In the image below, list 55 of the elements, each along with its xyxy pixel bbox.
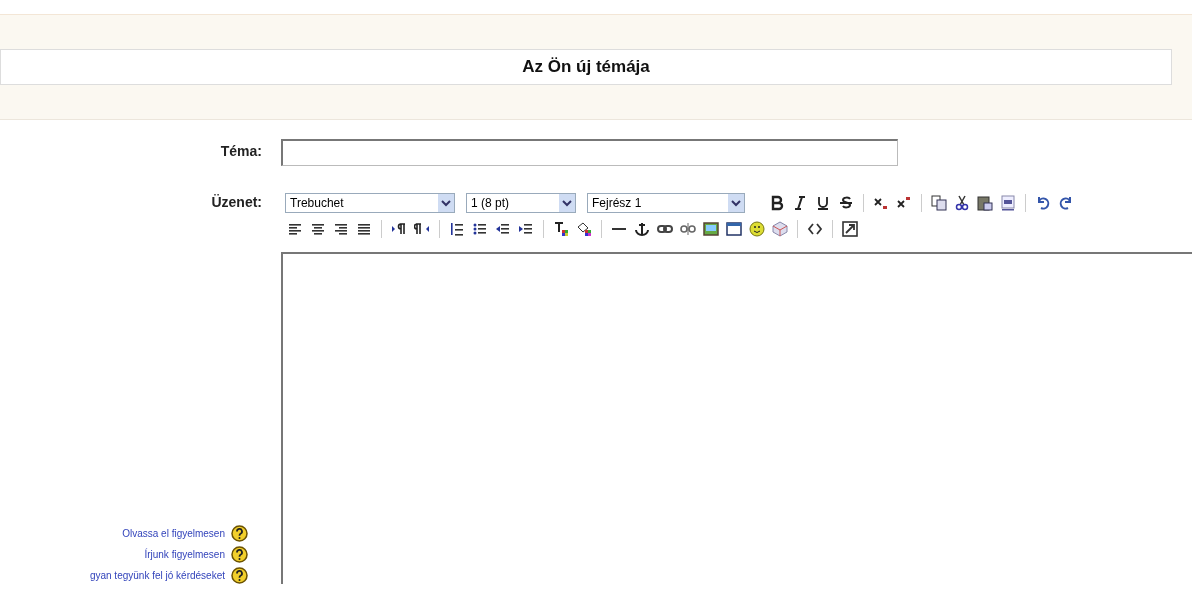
smiley-button[interactable] [747, 219, 767, 239]
font-dropdown[interactable]: Trebuchet [285, 193, 455, 213]
copy-icon [931, 195, 947, 211]
underline-icon [815, 195, 831, 211]
align-right-icon [333, 221, 349, 237]
help-icon[interactable] [231, 567, 248, 584]
fullscreen-icon [842, 221, 858, 237]
redo-icon [1058, 195, 1074, 211]
document-button[interactable] [998, 193, 1018, 213]
caret-icon [562, 199, 572, 207]
smiley-icon [749, 221, 765, 237]
undo-icon [1035, 195, 1051, 211]
cube-icon [772, 221, 788, 237]
anchor-icon [634, 221, 650, 237]
field-label: Üzenet: [210, 193, 262, 210]
numbered-list-icon [449, 221, 465, 237]
unlink-icon [680, 221, 696, 237]
clipboard-button[interactable] [975, 193, 995, 213]
text-color-icon [553, 221, 569, 237]
align-center-icon [310, 221, 326, 237]
paragraph-rtl-icon [414, 221, 430, 237]
justify-icon [356, 221, 372, 237]
help-link[interactable]: Írjunk figyelmesen [144, 549, 225, 560]
subject-input[interactable] [281, 139, 898, 166]
help-link[interactable]: Olvassa el figyelmesen [122, 528, 225, 539]
paint-bucket-icon [576, 221, 592, 237]
table-icon [726, 221, 742, 237]
size-dropdown[interactable]: 1 (8 pt) [466, 193, 576, 213]
format-dropdown[interactable]: Fejrész 1 [587, 193, 745, 213]
image-button[interactable] [701, 219, 721, 239]
outdent-icon [495, 221, 511, 237]
caret-icon [441, 199, 451, 207]
document-icon [1000, 195, 1016, 211]
strikethrough-icon [838, 195, 854, 211]
page-title: Az Ön új témája [0, 49, 1172, 85]
fullscreen-button[interactable] [840, 219, 860, 239]
help-icon[interactable] [231, 525, 248, 542]
caret-icon [731, 199, 741, 207]
indent-icon [518, 221, 534, 237]
clipboard-icon [977, 195, 993, 211]
bold-icon [769, 195, 785, 211]
table-button[interactable] [724, 219, 744, 239]
italic-icon [792, 195, 808, 211]
bullet-list-icon [472, 221, 488, 237]
horizontal-rule-icon [611, 227, 627, 231]
align-left-icon [287, 221, 303, 237]
field-label: Téma: [219, 142, 262, 159]
paragraph-ltr-icon [391, 221, 407, 237]
image-icon [703, 221, 719, 237]
help-link[interactable]: gyan tegyünk fel jó kérdéseket [89, 570, 225, 581]
subscript-icon [873, 195, 889, 211]
copy-button[interactable] [929, 193, 949, 213]
scissors-icon [954, 195, 970, 211]
code-icon [807, 221, 823, 237]
help-icon[interactable] [231, 546, 248, 563]
